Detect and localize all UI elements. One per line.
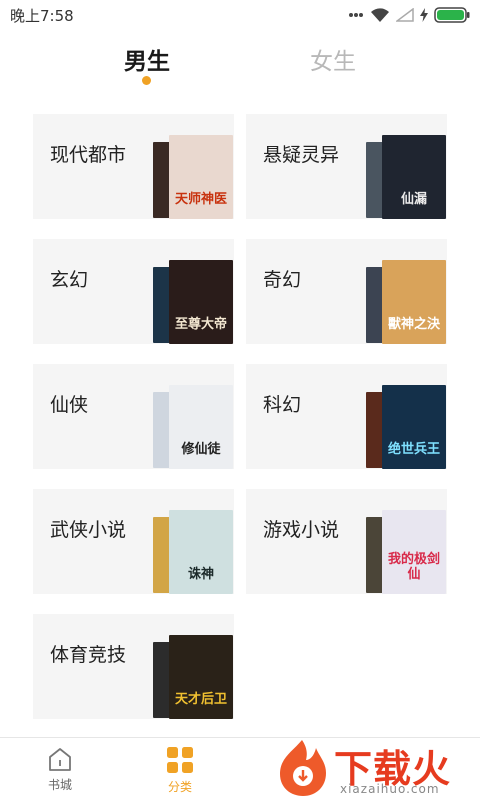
book-cover: 绝世兵王 (382, 385, 446, 469)
book-cover: 獸神之決 (382, 260, 446, 344)
flame-logo-icon (280, 740, 326, 796)
book-cover: 仙漏 (382, 135, 446, 219)
category-card-scifi[interactable]: 科幻 绝世兵王 (246, 364, 447, 469)
active-tab-indicator (142, 76, 151, 85)
book-cover: 诛神 (169, 510, 233, 594)
battery-icon (434, 7, 470, 23)
book-cover: 天才后卫 (169, 635, 233, 719)
nav-category-label: 分类 (167, 780, 192, 794)
cover-title: 至尊大帝 (174, 316, 227, 332)
nav-category[interactable]: 分类 (150, 746, 210, 795)
category-label: 游戏小说 (263, 519, 340, 541)
house-icon (49, 748, 71, 771)
category-label: 体育竞技 (50, 644, 127, 666)
cover-title: 修仙徒 (181, 441, 221, 457)
category-card-suspense[interactable]: 悬疑灵异 仙漏 (246, 114, 447, 219)
cover-title: 獸神之決 (387, 316, 440, 332)
category-label: 现代都市 (50, 144, 127, 166)
status-bar: 晚上7:58 (0, 0, 480, 30)
category-label: 武侠小说 (50, 519, 127, 541)
cover-title: 仙漏 (400, 191, 427, 207)
category-card-sports[interactable]: 体育竞技 天才后卫 (33, 614, 234, 719)
book-cover: 至尊大帝 (169, 260, 233, 344)
category-card-fantasy[interactable]: 奇幻 獸神之決 (246, 239, 447, 344)
book-cover: 修仙徒 (169, 385, 233, 469)
nav-bookstore-label: 书城 (47, 778, 72, 792)
watermark-url: xiazaihuo.com (340, 782, 440, 796)
category-label: 玄幻 (50, 269, 89, 291)
category-card-wuxia[interactable]: 武侠小说 诛神 (33, 489, 234, 594)
category-label: 科幻 (263, 394, 302, 416)
cover-title: 天才后卫 (174, 691, 227, 707)
category-card-game[interactable]: 游戏小说 我的极剑仙 (246, 489, 447, 594)
signal-icon (396, 8, 414, 22)
category-card-xuanhuan[interactable]: 玄幻 至尊大帝 (33, 239, 234, 344)
cover-title: 我的极剑仙 (387, 552, 440, 582)
wifi-icon (370, 7, 390, 23)
category-label: 悬疑灵异 (263, 144, 340, 166)
category-card-urban[interactable]: 现代都市 天师神医 (33, 114, 234, 219)
charging-icon (420, 8, 428, 22)
gender-tabs: 男生 女生 (0, 40, 480, 90)
grid-icon (167, 747, 193, 773)
cover-title: 诛神 (187, 566, 214, 582)
nav-bookstore[interactable]: 书城 (30, 746, 90, 793)
cover-title: 天师神医 (174, 191, 227, 207)
book-cover: 我的极剑仙 (382, 510, 446, 594)
more-dots-icon (348, 12, 364, 18)
cover-title: 绝世兵王 (387, 441, 440, 457)
category-card-xianxia[interactable]: 仙侠 修仙徒 (33, 364, 234, 469)
book-cover: 天师神医 (169, 135, 233, 219)
status-icons (348, 7, 470, 23)
watermark: 下载火 xiazaihuo.com (272, 736, 480, 800)
category-label: 仙侠 (50, 394, 89, 416)
tab-female[interactable]: 女生 (273, 42, 393, 76)
status-time: 晚上7:58 (10, 6, 74, 25)
tab-male[interactable]: 男生 (87, 42, 207, 76)
category-label: 奇幻 (263, 269, 302, 291)
